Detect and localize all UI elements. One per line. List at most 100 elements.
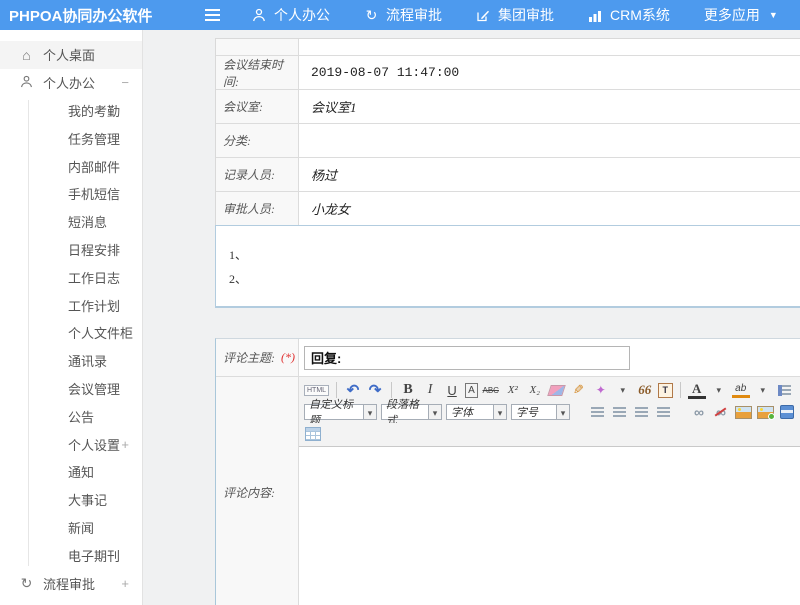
caret-down-icon[interactable] xyxy=(557,404,570,420)
sidebar-item-label: 会议管理 xyxy=(68,379,120,398)
nav-more-apps[interactable]: 更多应用 ▼ xyxy=(704,5,778,25)
superscript-button[interactable]: X² xyxy=(504,381,522,399)
paragraph-format-select[interactable]: 段落格式 xyxy=(381,404,442,420)
nav-crm-system[interactable]: CRM系统 xyxy=(588,5,670,25)
sidebar-item-work-plan[interactable]: 工作计划 xyxy=(0,291,142,319)
strikethrough-button[interactable]: ABC xyxy=(482,381,500,399)
sidebar-item-label: 公告 xyxy=(68,407,94,426)
caret-down-icon[interactable] xyxy=(494,404,507,420)
align-center-button[interactable] xyxy=(610,403,628,421)
sidebar-item-e-journal[interactable]: 电子期刊 xyxy=(0,541,142,569)
table-row xyxy=(216,39,800,56)
font-border-button[interactable]: A xyxy=(465,383,478,398)
paste-as-text-button[interactable]: T xyxy=(658,383,673,398)
align-left-button[interactable] xyxy=(588,403,606,421)
sidebar-item-workflow-approval[interactable]: ↻ 流程审批 + xyxy=(0,569,142,597)
caret-down-icon: ▼ xyxy=(769,11,778,20)
caret-down-icon[interactable] xyxy=(754,381,772,399)
meeting-info-table: 会议结束时间: 2019-08-07 11:47:00 会议室: 会议室1 分类… xyxy=(215,38,800,226)
caret-down-icon[interactable] xyxy=(429,404,442,420)
sidebar-item-meeting-management[interactable]: 会议管理 xyxy=(0,375,142,403)
sidebar-item-label: 新闻 xyxy=(68,518,94,537)
row-label-cell: 分类: xyxy=(216,124,299,157)
sidebar-item-short-message[interactable]: 短消息 xyxy=(0,208,142,236)
nav-label: 个人办公 xyxy=(274,5,330,25)
top-header-bar: PHPOA协同办公软件 个人办公 ↻ 流程审批 集团审批 xyxy=(0,0,800,30)
sidebar-submenu: 我的考勤 任务管理 内部邮件 手机短信 短消息 日程安排 工作日志 工作计划 个… xyxy=(0,97,142,570)
nav-workflow-approval[interactable]: ↻ 流程审批 xyxy=(364,5,442,25)
sidebar-item-notice[interactable]: 通知 xyxy=(0,458,142,486)
cycle-icon: ↻ xyxy=(19,576,34,590)
unlink-button[interactable] xyxy=(712,403,730,421)
sidebar-item-schedule[interactable]: 日程安排 xyxy=(0,236,142,264)
heading-select[interactable]: 自定义标题 xyxy=(304,404,377,420)
caret-down-icon[interactable] xyxy=(710,381,728,399)
eraser-button[interactable] xyxy=(548,381,566,399)
row-value-cell: 杨过 xyxy=(299,158,800,191)
sidebar-item-news[interactable]: 新闻 xyxy=(0,514,142,542)
sidebar-item-personal-settings[interactable]: 个人设置 + xyxy=(0,430,142,458)
underline-button[interactable]: U xyxy=(443,381,461,399)
quick-format-button[interactable] xyxy=(592,381,610,399)
sidebar-item-label: 电子期刊 xyxy=(68,546,120,565)
sidebar-item-events[interactable]: 大事记 xyxy=(0,486,142,514)
caret-down-icon[interactable] xyxy=(364,404,377,420)
format-brush-button[interactable] xyxy=(570,381,588,399)
home-icon: ⌂ xyxy=(19,48,34,62)
align-center-icon xyxy=(613,407,626,418)
editor-content-area[interactable] xyxy=(299,447,800,605)
sidebar-item-sms[interactable]: 手机短信 xyxy=(0,180,142,208)
font-color-button[interactable]: A xyxy=(688,382,706,399)
sidebar-item-attendance[interactable]: 我的考勤 xyxy=(0,97,142,125)
align-right-button[interactable] xyxy=(632,403,650,421)
caret-down-icon[interactable] xyxy=(614,381,632,399)
justify-button[interactable] xyxy=(654,403,672,421)
heading-select-value: 自定义标题 xyxy=(304,404,364,420)
align-left-icon xyxy=(591,407,604,418)
sidebar-item-desktop[interactable]: ⌂ 个人桌面 xyxy=(0,41,142,69)
comment-form-table: 评论主题: (*) 评论内容: HTML xyxy=(215,338,800,605)
sidebar-item-label: 通讯录 xyxy=(68,351,107,370)
sidebar-item-personal-office[interactable]: 个人办公 − xyxy=(0,69,142,97)
hamburger-menu-icon[interactable] xyxy=(205,14,220,16)
insert-table-button[interactable] xyxy=(304,425,322,443)
nav-group-approval[interactable]: 集团审批 xyxy=(476,5,554,25)
sidebar-item-file-cabinet[interactable]: 个人文件柜 xyxy=(0,319,142,347)
font-size-select[interactable]: 字号 xyxy=(511,404,570,420)
sidebar-item-label: 个人文件柜 xyxy=(68,323,133,342)
sidebar-item-work-log[interactable]: 工作日志 xyxy=(0,263,142,291)
redo-button[interactable] xyxy=(366,381,384,399)
nav-personal-office[interactable]: 个人办公 xyxy=(252,5,330,25)
sidebar-item-internal-mail[interactable]: 内部邮件 xyxy=(0,152,142,180)
sidebar-item-label: 通知 xyxy=(68,462,94,481)
expand-toggle[interactable]: + xyxy=(121,576,129,591)
font-size-select-value: 字号 xyxy=(511,404,557,420)
row-label-cell: 会议结束时间: xyxy=(216,56,299,89)
expand-toggle[interactable]: + xyxy=(121,437,129,452)
row-label-cell: 会议室: xyxy=(216,90,299,123)
font-family-select-value: 字体 xyxy=(446,404,494,420)
note-line: 2、 xyxy=(229,267,800,291)
link-button[interactable] xyxy=(690,403,708,421)
sidebar-item-label: 个人设置 xyxy=(68,435,120,454)
multi-image-button[interactable] xyxy=(756,403,774,421)
font-family-select[interactable]: 字体 xyxy=(446,404,507,420)
meeting-notes-box: 1、 2、 xyxy=(215,225,800,308)
top-navigation: 个人办公 ↻ 流程审批 集团审批 CRM系统 更多应用 ▼ xyxy=(252,5,778,25)
collapse-toggle[interactable]: − xyxy=(121,75,129,90)
highlight-color-button[interactable]: ab xyxy=(732,383,750,398)
row-value-cell: 2019-08-07 11:47:00 xyxy=(299,56,800,89)
html-source-button[interactable]: HTML xyxy=(304,385,329,396)
sidebar-item-contacts[interactable]: 通讯录 xyxy=(0,347,142,375)
blockquote-button[interactable]: 66 xyxy=(636,381,654,399)
comment-subject-row: 评论主题: (*) xyxy=(216,339,800,377)
sidebar-item-announcement[interactable]: 公告 xyxy=(0,402,142,430)
ordered-list-button[interactable] xyxy=(776,381,794,399)
sidebar-item-tasks[interactable]: 任务管理 xyxy=(0,124,142,152)
media-button[interactable] xyxy=(778,403,796,421)
comment-subject-input[interactable] xyxy=(304,346,630,370)
subscript-button[interactable]: X₂ xyxy=(526,381,544,399)
image-button[interactable] xyxy=(734,403,752,421)
image-icon xyxy=(735,406,752,419)
left-sidebar: ⌂ 个人桌面 个人办公 − 我的考勤 任务管理 内部邮件 手机短信 短消息 日程… xyxy=(0,30,143,605)
